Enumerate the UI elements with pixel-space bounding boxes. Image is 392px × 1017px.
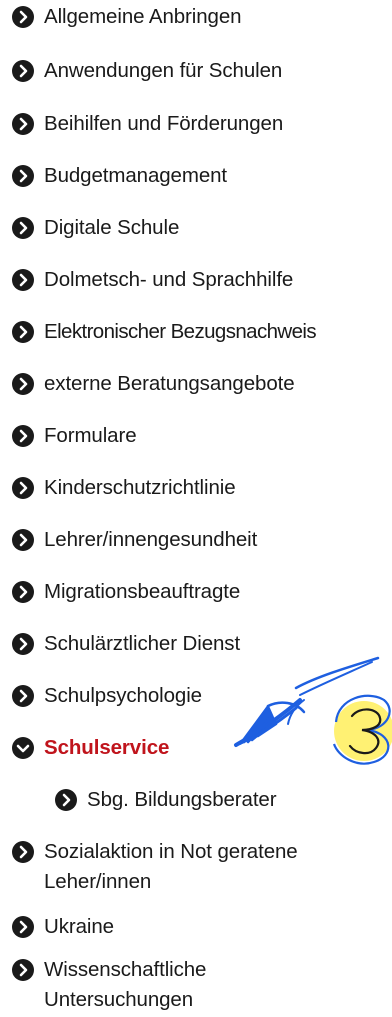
menu-item-ukraine[interactable]: Ukraine: [12, 912, 114, 942]
chevron-down-circle-icon: [12, 737, 34, 759]
menu-item-label: Schulärztlicher Dienst: [44, 632, 241, 655]
menu-item-label: Schulpsychologie: [44, 684, 202, 707]
circled-number-3: [332, 694, 392, 765]
menu-item-anwendungen-fuer-schulen[interactable]: Anwendungen für Schulen: [12, 56, 282, 86]
menu-item-allgemeine-anbringen[interactable]: Allgemeine Anbringen: [12, 2, 242, 32]
chevron-right-circle-icon: [12, 217, 34, 239]
chevron-right-circle-icon: [55, 789, 77, 811]
chevron-right-circle-icon: [12, 633, 34, 655]
menu-item-migrationsbeauftragte[interactable]: Migrationsbeauftragte: [12, 577, 240, 607]
menu-item-formulare[interactable]: Formulare: [12, 421, 137, 451]
menu-item-digitale-schule[interactable]: Digitale Schule: [12, 213, 179, 243]
submenu-item-sbg-bildungsberater[interactable]: Sbg. Bildungsberater: [55, 785, 277, 815]
menu-item-label: Budgetmanagement: [44, 164, 228, 187]
chevron-right-circle-icon: [12, 529, 34, 551]
menu-item-label: Lehrer/innengesundheit: [44, 528, 258, 551]
chevron-right-circle-icon: [12, 321, 34, 343]
chevron-right-circle-icon: [12, 581, 34, 603]
chevron-right-circle-icon: [12, 373, 34, 395]
menu-item-label: Digitale Schule: [44, 216, 180, 239]
menu-item-schulaerztlicher-dienst[interactable]: Schulärztlicher Dienst: [12, 629, 240, 659]
chevron-right-circle-icon: [12, 165, 34, 187]
annotation-arrow-scribble: [234, 656, 380, 747]
chevron-right-circle-icon: [12, 477, 34, 499]
menu-item-dolmetsch-und-sprachhilfe[interactable]: Dolmetsch- und Sprachhilfe: [12, 265, 293, 295]
chevron-right-circle-icon: [12, 60, 34, 82]
menu-item-schulpsychologie[interactable]: Schulpsychologie: [12, 681, 202, 711]
menu-item-externe-beratungsangebote[interactable]: externe Beratungsangebote: [12, 369, 295, 399]
menu-item-label: Anwendungen für Schulen: [44, 59, 283, 82]
chevron-right-circle-icon: [12, 425, 34, 447]
menu-item-label: Wissenschaftliche Untersuchungen: [44, 958, 207, 1011]
menu-item-kinderschutzrichtlinie[interactable]: Kinderschutzrichtlinie: [12, 473, 236, 503]
menu-item-label: externe Beratungsangebote: [44, 372, 295, 395]
menu-item-schulservice[interactable]: Schulservice: [12, 733, 169, 763]
menu-item-lehrer-innengesundheit[interactable]: Lehrer/innengesundheit: [12, 525, 257, 555]
menu-item-budgetmanagement[interactable]: Budgetmanagement: [12, 161, 227, 191]
menu-item-label: Kinderschutzrichtlinie: [44, 476, 236, 499]
menu-item-label: Sozialaktion in Not geratene Leher/innen: [44, 840, 298, 893]
menu-item-sozialaktion[interactable]: Sozialaktion in Not geratene Leher/innen: [12, 837, 374, 897]
menu-item-label: Formulare: [44, 424, 137, 447]
menu-item-label: Sbg. Bildungsberater: [87, 788, 277, 811]
menu-item-wissenschaftliche-untersuchungen[interactable]: Wissenschaftliche Untersuchungen: [12, 955, 264, 1015]
chevron-right-circle-icon: [12, 685, 34, 707]
menu-item-label: Schulservice: [44, 736, 170, 759]
menu-item-elektronischer-bezugsnachweis[interactable]: Elektronischer Bezugsnachweis: [12, 317, 317, 347]
menu-item-label: Allgemeine Anbringen: [44, 5, 242, 28]
chevron-right-circle-icon: [12, 113, 34, 135]
menu-item-label: Migrationsbeauftragte: [44, 580, 241, 603]
menu-item-label: Dolmetsch- und Sprachhilfe: [44, 268, 294, 291]
menu-item-beihilfen-und-foerderungen[interactable]: Beihilfen und Förderungen: [12, 109, 283, 139]
chevron-right-circle-icon: [12, 916, 34, 938]
menu-item-label: Ukraine: [44, 915, 114, 938]
chevron-right-circle-icon: [12, 959, 34, 981]
menu-item-label: Beihilfen und Förderungen: [44, 112, 284, 135]
chevron-right-circle-icon: [12, 841, 34, 863]
menu-item-label: Elektronischer Bezugsnachweis: [44, 320, 317, 343]
chevron-right-circle-icon: [12, 269, 34, 291]
chevron-right-circle-icon: [12, 6, 34, 28]
